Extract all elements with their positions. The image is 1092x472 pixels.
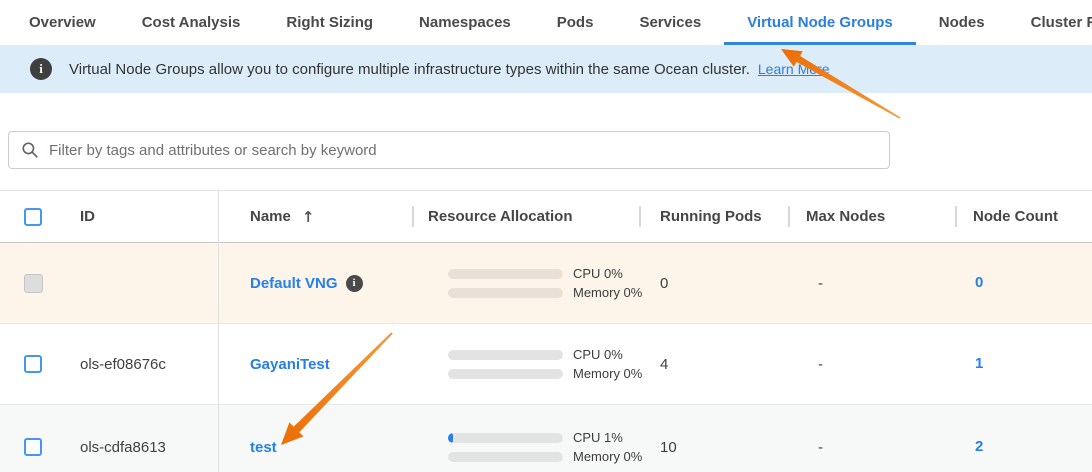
row-checkbox[interactable]	[24, 438, 42, 456]
tab-namespaces[interactable]: Namespaces	[396, 0, 534, 45]
vng-name-link[interactable]: test	[250, 439, 277, 456]
sort-asc-icon[interactable]: ↑	[302, 208, 315, 226]
resource-allocation-cell: CPU 1% Memory 0%	[412, 426, 639, 468]
search-icon	[21, 141, 39, 159]
vng-id: ols-ef08676c	[60, 356, 218, 373]
running-pods-value: 0	[639, 275, 788, 292]
node-count-link[interactable]: 2	[975, 438, 983, 455]
node-count-cell: 1	[955, 355, 1092, 373]
tab-nodes[interactable]: Nodes	[916, 0, 1008, 45]
max-nodes-value: -	[788, 439, 955, 456]
node-count-link[interactable]: 1	[975, 355, 983, 372]
tab-virtual-node-groups[interactable]: Virtual Node Groups	[724, 0, 916, 45]
cluster-tab-bar: Overview Cost Analysis Right Sizing Name…	[0, 0, 1092, 45]
max-nodes-value: -	[788, 356, 955, 373]
tab-cost-analysis[interactable]: Cost Analysis	[119, 0, 264, 45]
row-checkbox-cell	[0, 438, 60, 456]
row-checkbox[interactable]	[24, 355, 42, 373]
running-pods-value: 10	[639, 439, 788, 456]
memory-bar	[448, 369, 563, 379]
id-name-column-divider	[218, 190, 219, 472]
node-count-cell: 0	[955, 274, 1092, 292]
search-input[interactable]	[49, 142, 877, 159]
vng-id: ols-cdfa8613	[60, 439, 218, 456]
column-header-name[interactable]: Name ↑	[218, 191, 412, 242]
cpu-bar	[448, 350, 563, 360]
row-checkbox-cell	[0, 274, 60, 293]
info-banner: i Virtual Node Groups allow you to confi…	[0, 45, 1092, 93]
learn-more-link[interactable]: Learn More	[758, 61, 830, 77]
resource-allocation-cell: CPU 0% Memory 0%	[412, 262, 639, 304]
cpu-label: CPU 1%	[573, 430, 623, 445]
virtual-node-groups-page: Overview Cost Analysis Right Sizing Name…	[0, 0, 1092, 472]
vng-name-cell: test	[218, 439, 412, 456]
vng-name-link[interactable]: Default VNG	[250, 275, 338, 292]
info-icon: i	[30, 58, 52, 80]
table-row[interactable]: ols-cdfa8613 test CPU 1% Memory 0% 10 - …	[0, 405, 1092, 472]
node-count-cell: 2	[955, 438, 1092, 456]
header-checkbox-cell	[0, 191, 60, 242]
resource-allocation-cell: CPU 0% Memory 0%	[412, 343, 639, 385]
row-checkbox-disabled	[24, 274, 43, 293]
default-vng-info-icon[interactable]: i	[346, 275, 363, 292]
memory-label: Memory 0%	[573, 366, 642, 381]
tab-pods[interactable]: Pods	[534, 0, 617, 45]
running-pods-value: 4	[639, 356, 788, 373]
vng-table: ID Name ↑ Resource Allocation Running Po…	[0, 190, 1092, 472]
cpu-bar	[448, 269, 563, 279]
column-header-node-count[interactable]: Node Count	[955, 191, 1092, 242]
table-row[interactable]: ols-ef08676c GayaniTest CPU 0% Memory 0%…	[0, 324, 1092, 405]
table-header-row: ID Name ↑ Resource Allocation Running Po…	[0, 191, 1092, 243]
vng-name-link[interactable]: GayaniTest	[250, 356, 330, 373]
cpu-bar	[448, 433, 563, 443]
vng-name-cell: Default VNG i	[218, 275, 412, 292]
memory-bar	[448, 288, 563, 298]
tab-overview[interactable]: Overview	[6, 0, 119, 45]
filter-search-box[interactable]	[8, 131, 890, 169]
column-header-resource-allocation[interactable]: Resource Allocation	[412, 191, 639, 242]
info-banner-text: Virtual Node Groups allow you to configu…	[69, 61, 750, 78]
cpu-label: CPU 0%	[573, 266, 623, 281]
max-nodes-value: -	[788, 275, 955, 292]
memory-bar	[448, 452, 563, 462]
cpu-label: CPU 0%	[573, 347, 623, 362]
row-checkbox-cell	[0, 355, 60, 373]
column-header-running-pods[interactable]: Running Pods	[639, 191, 788, 242]
tab-cluster-rolls[interactable]: Cluster Rolls	[1008, 0, 1092, 45]
column-header-max-nodes[interactable]: Max Nodes	[788, 191, 955, 242]
column-header-name-label: Name	[250, 208, 291, 225]
select-all-checkbox[interactable]	[24, 208, 42, 226]
tab-right-sizing[interactable]: Right Sizing	[263, 0, 396, 45]
memory-label: Memory 0%	[573, 449, 642, 464]
table-row[interactable]: Default VNG i CPU 0% Memory 0% 0 - 0	[0, 243, 1092, 324]
node-count-link[interactable]: 0	[975, 274, 983, 291]
tab-services[interactable]: Services	[616, 0, 724, 45]
vng-name-cell: GayaniTest	[218, 356, 412, 373]
column-header-id[interactable]: ID	[60, 191, 218, 242]
memory-label: Memory 0%	[573, 285, 642, 300]
